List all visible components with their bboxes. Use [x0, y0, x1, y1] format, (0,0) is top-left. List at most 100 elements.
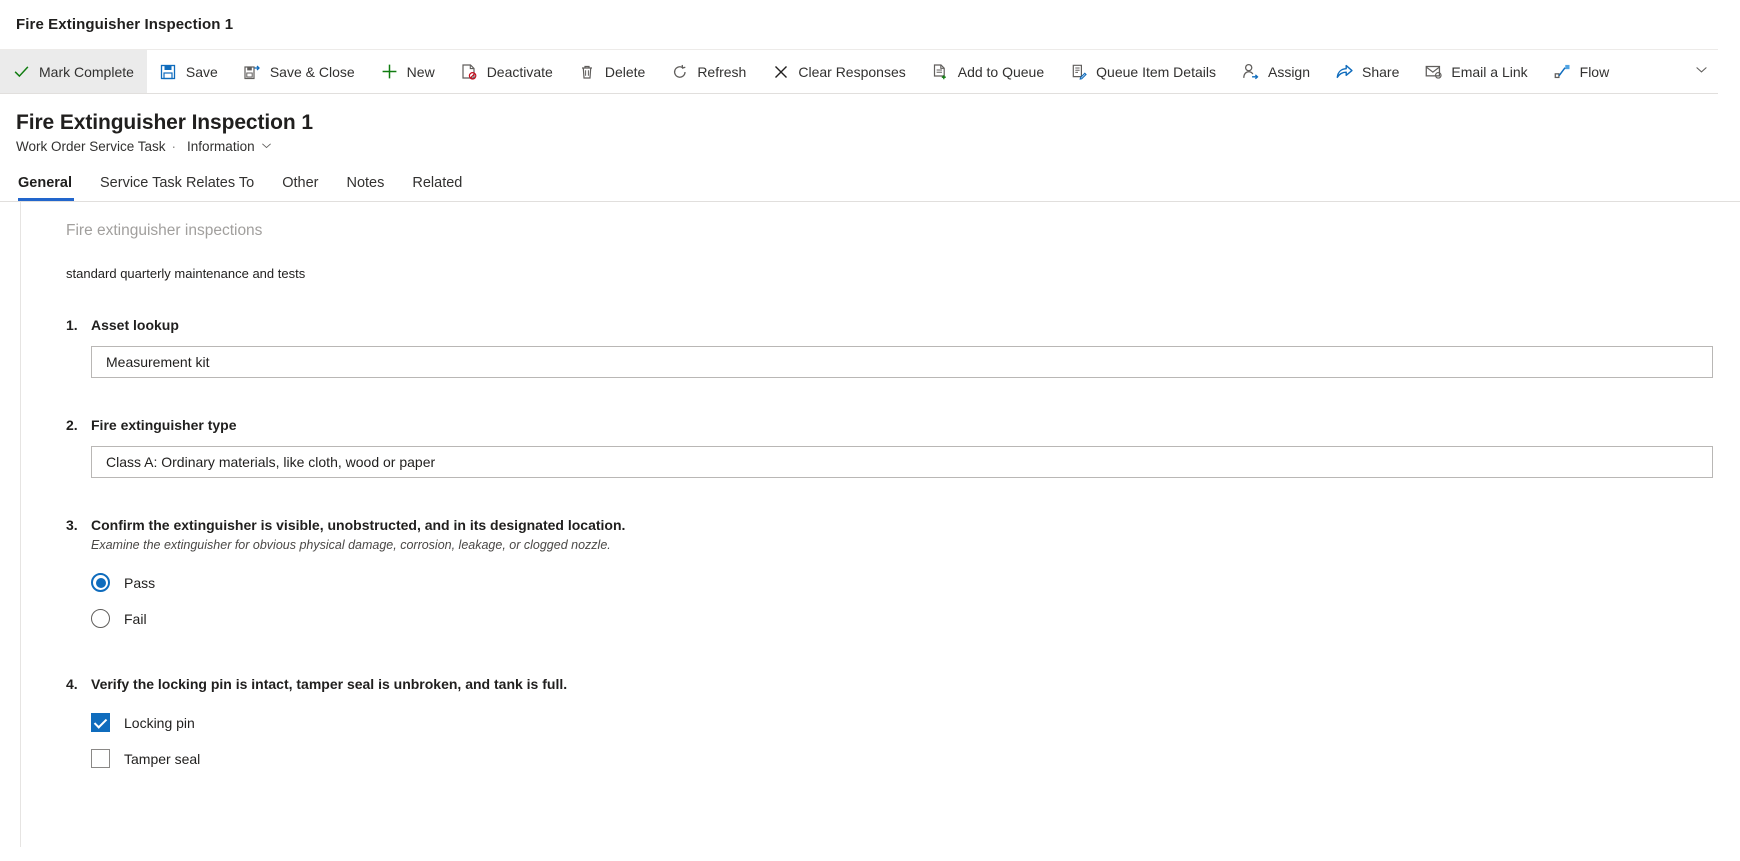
command-button-label: Refresh [697, 63, 747, 80]
form-selector[interactable]: Information [187, 139, 272, 154]
tab-label: Related [412, 175, 463, 192]
command-email-a-link-button[interactable]: Email a Link [1412, 50, 1540, 93]
form-left-rail [0, 202, 21, 848]
command-button-label: Queue Item Details [1096, 63, 1216, 80]
tab-other[interactable]: Other [268, 171, 332, 201]
tab-strip: General Service Task Relates To Other Notes… [0, 171, 1740, 202]
command-share-button[interactable]: Share [1323, 50, 1412, 93]
command-button-label: Share [1362, 63, 1400, 80]
question-body: Pass Fail [91, 565, 1740, 637]
chevron-down-icon [1695, 63, 1708, 81]
question-header: 4. Verify the locking pin is intact, tamp… [66, 675, 1740, 694]
command-flow-button[interactable]: Flow [1541, 50, 1623, 93]
form-body: Fire extinguisher inspections standard q… [21, 202, 1740, 847]
radio-option-pass[interactable]: Pass [91, 565, 1740, 601]
question-header: 1. Asset lookup [66, 316, 1740, 335]
command-add-to-queue-button[interactable]: Add to Queue [919, 50, 1057, 93]
question-number: 3. [66, 516, 78, 533]
form-shell: Fire extinguisher inspections standard q… [0, 201, 1740, 848]
command-save-close-button[interactable]: Save & Close [231, 50, 368, 93]
question-body: Locking pin Tamper seal [91, 705, 1740, 777]
question-number: 1. [66, 317, 78, 334]
trash-icon [579, 63, 596, 80]
page-title: Fire Extinguisher Inspection 1 [16, 111, 313, 134]
share-icon [1336, 63, 1353, 80]
checkbox-option-locking-pin[interactable]: Locking pin [91, 705, 1740, 741]
section-title: Fire extinguisher inspections [66, 222, 263, 240]
breadcrumb: Work Order Service Task · Information [16, 139, 1740, 154]
option-label: Pass [124, 574, 156, 591]
option-label: Tamper seal [124, 750, 201, 767]
question-label: Confirm the extinguisher is visible, uno… [91, 516, 626, 533]
question-2: 2. Fire extinguisher type Class A: Ordinar… [66, 416, 1740, 478]
question-spacer [66, 647, 1740, 675]
command-new-button[interactable]: New [368, 50, 448, 93]
text-input-question-2[interactable]: Class A: Ordinary materials, like cloth,… [91, 445, 1713, 478]
command-button-label: Assign [1267, 63, 1311, 80]
command-bar: Mark Complete Save Save & Close New Deactiva… [0, 49, 1718, 94]
checkbox-icon[interactable] [91, 749, 110, 769]
question-list: 1. Asset lookup Measurement kit 2. Fire exti… [66, 316, 1740, 814]
command-assign-button[interactable]: Assign [1229, 50, 1323, 93]
save-icon [160, 63, 177, 80]
tab-label: General [18, 175, 72, 192]
question-1: 1. Asset lookup Measurement kit [66, 316, 1740, 379]
command-queue-item-details-button[interactable]: Queue Item Details [1057, 50, 1229, 93]
question-label: Asset lookup [91, 317, 179, 334]
queue-details-icon [1070, 63, 1087, 80]
add-to-queue-icon [932, 63, 949, 80]
command-button-label: Mark Complete [39, 63, 134, 80]
question-header: 2. Fire extinguisher type [66, 416, 1740, 435]
command-button-label: Delete [604, 63, 646, 80]
question-label: Fire extinguisher type [91, 417, 237, 434]
command-button-label: New [406, 63, 435, 80]
command-button-label: Flow [1579, 63, 1610, 80]
tab-notes[interactable]: Notes [332, 171, 398, 201]
checkmark-icon [13, 63, 30, 80]
command-button-label: Deactivate [486, 63, 553, 80]
command-button-label: Save [185, 63, 218, 80]
radio-icon[interactable] [91, 573, 110, 593]
flow-icon [1554, 63, 1571, 80]
tab-related[interactable]: Related [398, 171, 476, 201]
command-save-button[interactable]: Save [147, 50, 231, 93]
tab-service-task-relates-to[interactable]: Service Task Relates To [86, 171, 268, 201]
assign-person-icon [1242, 63, 1259, 80]
command-button-label: Add to Queue [957, 63, 1045, 80]
tab-label: Other [282, 175, 319, 192]
question-sublabel: Examine the extinguisher for obvious phy… [91, 537, 611, 552]
radio-option-fail[interactable]: Fail [91, 601, 1740, 637]
checkbox-icon[interactable] [91, 713, 110, 733]
command-refresh-button[interactable]: Refresh [658, 50, 759, 93]
form-selector-label: Information [187, 139, 255, 155]
text-input-question-1[interactable]: Measurement kit [91, 346, 1713, 379]
question-label: Verify the locking pin is intact, tamper… [91, 675, 568, 692]
plus-icon [381, 63, 398, 80]
question-spacer [66, 488, 1740, 516]
section-description: standard quarterly maintenance and tests [66, 266, 306, 282]
command-delete-button[interactable]: Delete [566, 50, 658, 93]
tab-label: Service Task Relates To [100, 175, 255, 192]
tab-general[interactable]: General [16, 171, 86, 202]
window-title-bar: Fire Extinguisher Inspection 1 [0, 0, 1740, 49]
question-4: 4. Verify the locking pin is intact, tamp… [66, 675, 1740, 777]
command-mark-complete-button[interactable]: Mark Complete [0, 50, 147, 93]
question-header: 3. Confirm the extinguisher is visible, u… [66, 516, 1740, 554]
command-deactivate-button[interactable]: Deactivate [448, 50, 566, 93]
checkbox-option-tamper-seal[interactable]: Tamper seal [91, 741, 1740, 777]
command-bar-overflow-button[interactable] [1684, 50, 1718, 93]
command-clear-responses-button[interactable]: Clear Responses [759, 50, 918, 93]
text-input-value: Measurement kit [106, 354, 210, 371]
entity-name: Work Order Service Task [16, 139, 166, 155]
question-number: 4. [66, 675, 78, 692]
save-and-close-icon [244, 63, 261, 80]
question-spacer [66, 787, 1740, 815]
question-body: Measurement kit [91, 346, 1740, 379]
record-header: Fire Extinguisher Inspection 1 Work Orde… [0, 94, 1740, 155]
chevron-down-icon [261, 139, 272, 154]
radio-icon[interactable] [91, 609, 110, 629]
question-spacer [66, 388, 1740, 416]
text-input-value: Class A: Ordinary materials, like cloth,… [106, 453, 436, 470]
option-label: Fail [124, 610, 147, 627]
tab-label: Notes [346, 175, 385, 192]
